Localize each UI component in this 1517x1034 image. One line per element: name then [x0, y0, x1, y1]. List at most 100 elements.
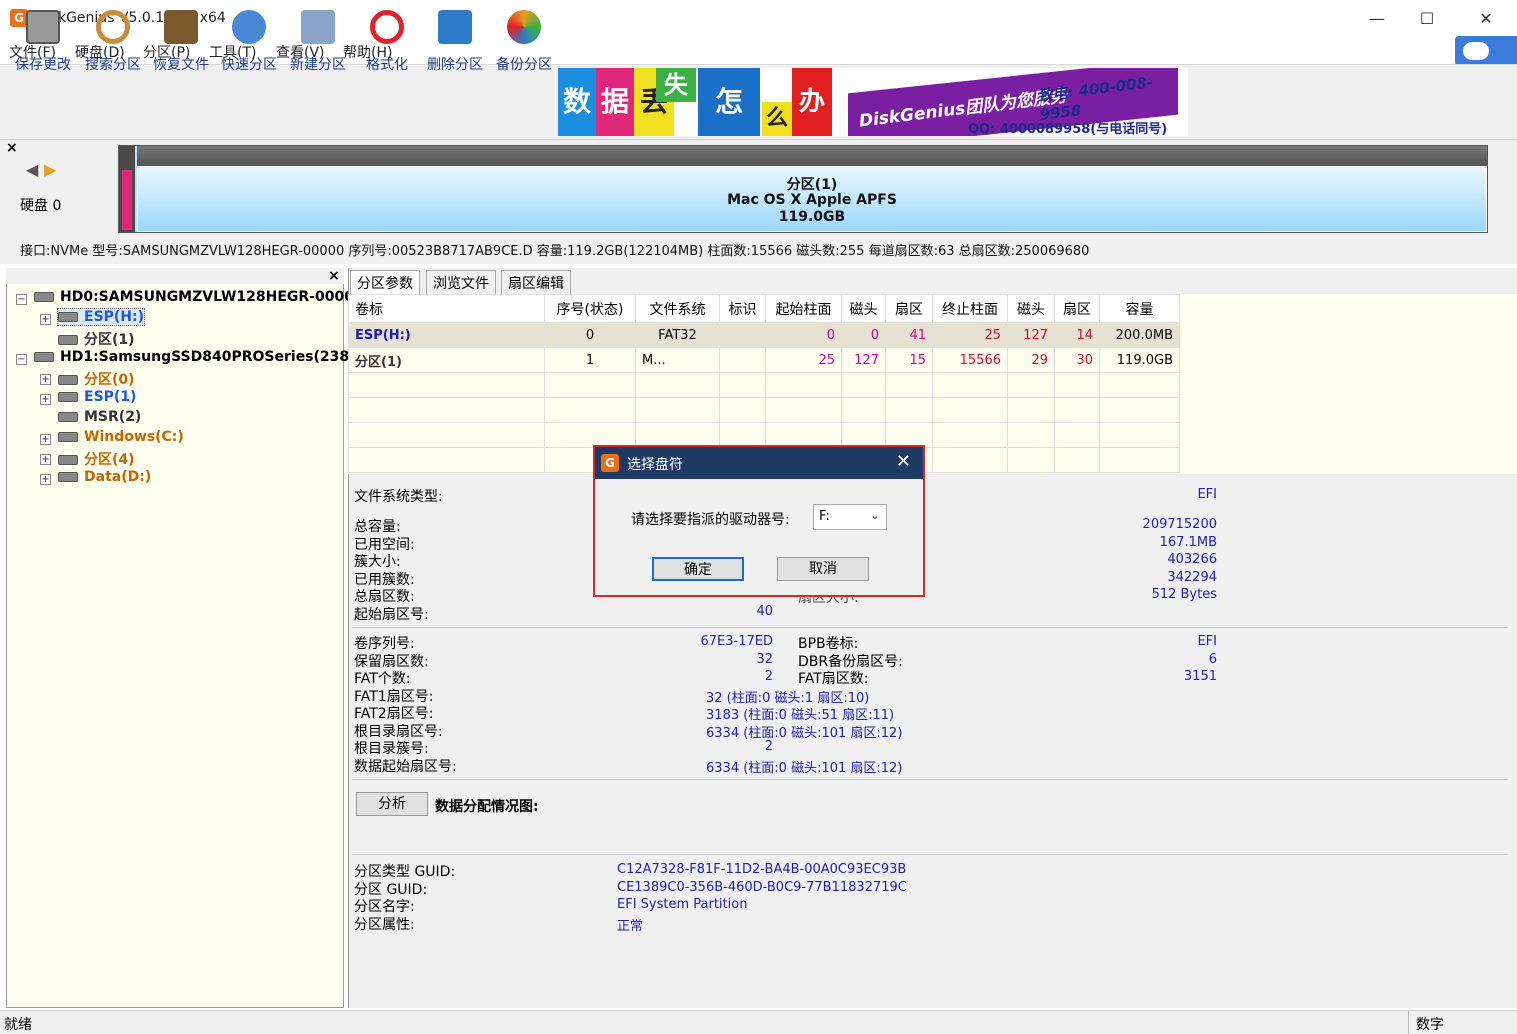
advertisement-banner[interactable]: 数 据 丢 失 怎 么 办 DiskGenius团队为您服务 致电: 400-0…: [558, 68, 1188, 136]
quick-partition-icon: [232, 10, 266, 44]
expand-toggle-icon[interactable]: +: [40, 434, 51, 445]
expand-toggle-icon[interactable]: +: [40, 374, 51, 385]
cell-fs: FAT32: [635, 322, 720, 348]
cancel-button[interactable]: 取消: [777, 557, 869, 581]
expand-toggle-icon[interactable]: +: [40, 394, 51, 405]
column-header[interactable]: 磁头: [1007, 294, 1055, 323]
ok-button[interactable]: 确定: [652, 557, 744, 581]
tree-partition-node[interactable]: 分区(0): [58, 369, 135, 389]
cell-index: 0: [544, 322, 636, 348]
detail-label: 总容量:: [354, 519, 401, 535]
recover-file-button[interactable]: 恢复文件: [148, 4, 214, 73]
guid-value: 正常: [617, 919, 644, 934]
expand-toggle-icon[interactable]: −: [16, 354, 27, 365]
table-row: [348, 372, 1180, 398]
cell-volume: ESP(H:): [348, 322, 545, 348]
volume-detail-value: 6: [1208, 652, 1217, 667]
chevron-down-icon: ⌄: [869, 508, 880, 522]
next-disk-icon[interactable]: ▶: [44, 160, 56, 179]
column-header[interactable]: 终止柱面: [932, 294, 1008, 323]
partition-icon: [58, 335, 78, 345]
tree-partition-node[interactable]: 分区(1): [58, 329, 135, 349]
cell-end-head: 29: [1007, 347, 1055, 373]
tree-partition-node[interactable]: MSR(2): [58, 409, 141, 425]
tree-disk-node[interactable]: HD1:SamsungSSD840PROSeries(238GB: [34, 349, 371, 365]
banner-char: 么: [762, 102, 792, 136]
expand-toggle-icon[interactable]: +: [40, 314, 51, 325]
tab-partition-params[interactable]: 分区参数: [350, 270, 420, 294]
column-header[interactable]: 文件系统: [635, 294, 720, 323]
expand-toggle-icon[interactable]: −: [16, 294, 27, 305]
table-row[interactable]: 分区(1) 1 M... 25 127 15 15566 29 30 119.0…: [348, 347, 1180, 373]
column-header[interactable]: 起始柱面: [765, 294, 842, 323]
dialog-title-bar: G 选择盘符 ✕: [595, 447, 923, 479]
column-header[interactable]: 标识: [719, 294, 766, 323]
format-icon: [370, 10, 404, 44]
column-header[interactable]: 磁头: [841, 294, 886, 323]
save-button[interactable]: 保存更改: [10, 4, 76, 73]
drive-letter-value: F:: [819, 509, 830, 524]
tree-node-label: MSR(2): [84, 409, 142, 425]
close-disk-panel-icon[interactable]: ×: [6, 140, 18, 156]
partition-icon: [58, 312, 78, 322]
close-button[interactable]: ✕: [1466, 8, 1506, 30]
volume-detail-value: 3183 (柱面:0 磁头:51 扇区:11): [706, 708, 895, 723]
volume-detail-label: FAT个数:: [354, 671, 411, 687]
tree-partition-node[interactable]: ESP(1): [58, 389, 136, 405]
drive-letter-select[interactable]: F: ⌄: [813, 504, 887, 530]
column-header[interactable]: 扇区: [1054, 294, 1100, 323]
column-header[interactable]: 序号(状态): [544, 294, 636, 323]
dialog-close-icon[interactable]: ✕: [896, 451, 911, 472]
column-header[interactable]: 容量: [1099, 294, 1180, 323]
analyze-button[interactable]: 分析: [356, 792, 428, 816]
search-partition-button[interactable]: 搜索分区: [80, 4, 146, 73]
quick-partition-button[interactable]: 快速分区: [216, 4, 282, 73]
fs-type-value: EFI: [1197, 487, 1217, 502]
cloud-icon[interactable]: [1455, 36, 1517, 66]
tree-node-label: 分区(0): [84, 372, 135, 388]
column-header[interactable]: 扇区: [885, 294, 933, 323]
volume-detail-value: 2: [764, 669, 773, 684]
tab-sector-edit[interactable]: 扇区编辑: [501, 270, 571, 294]
divider: [352, 854, 1508, 855]
delete-partition-button[interactable]: 删除分区: [422, 4, 488, 73]
prev-disk-icon[interactable]: ◀: [26, 160, 38, 179]
disk-tree-panel: [6, 268, 344, 1008]
status-bar: 就绪 数字: [0, 1010, 1517, 1034]
cell-capacity: 200.0MB: [1099, 322, 1180, 348]
detail-label: 总扇区数:: [354, 589, 415, 605]
volume-detail-value: 2: [764, 739, 773, 754]
fs-type-label: 文件系统类型:: [354, 489, 443, 505]
expand-toggle-icon[interactable]: +: [40, 474, 51, 485]
banner-char: 数: [558, 68, 596, 136]
disk-label: 硬盘 0: [20, 198, 62, 214]
app-logo-icon: G: [601, 454, 619, 472]
guid-value: EFI System Partition: [617, 897, 748, 912]
table-row[interactable]: ESP(H:) 0 FAT32 0 0 41 25 127 14 200.0MB: [348, 322, 1180, 348]
tree-partition-node[interactable]: 分区(4): [58, 449, 135, 469]
tree-partition-node[interactable]: Data(D:): [58, 469, 151, 485]
tree-partition-node[interactable]: Windows(C:): [58, 429, 184, 445]
partition-bar[interactable]: 分区(1) Mac OS X Apple APFS 119.0GB: [118, 145, 1488, 233]
dialog-prompt: 请选择要指派的驱动器号:: [631, 512, 790, 528]
tree-disk-node[interactable]: HD0:SAMSUNGMZVLW128HEGR-00000(11: [34, 289, 390, 305]
cell-start-cyl: 25: [765, 347, 842, 373]
partition-size: 119.0GB: [778, 209, 846, 225]
minimize-button[interactable]: —: [1357, 8, 1397, 30]
tree-header: [6, 268, 344, 284]
close-tree-icon[interactable]: ×: [328, 268, 340, 284]
maximize-button[interactable]: ☐: [1407, 8, 1447, 30]
table-row: [348, 397, 1180, 423]
format-button[interactable]: 格式化: [354, 4, 420, 73]
volume-detail-value: 3151: [1183, 669, 1217, 684]
tab-browse-files[interactable]: 浏览文件: [426, 270, 496, 294]
tree-partition-node[interactable]: ESP(H:): [56, 308, 146, 326]
detail-value: 342294: [1167, 570, 1217, 585]
column-header[interactable]: 卷标: [348, 294, 545, 323]
expand-toggle-icon[interactable]: +: [40, 454, 51, 465]
new-partition-button[interactable]: 新建分区: [285, 4, 351, 73]
backup-partition-button[interactable]: 备份分区: [491, 4, 557, 73]
cell-index: 1: [544, 347, 636, 373]
status-text: 就绪: [4, 1017, 32, 1033]
partition-fs: Mac OS X Apple APFS: [727, 192, 897, 208]
